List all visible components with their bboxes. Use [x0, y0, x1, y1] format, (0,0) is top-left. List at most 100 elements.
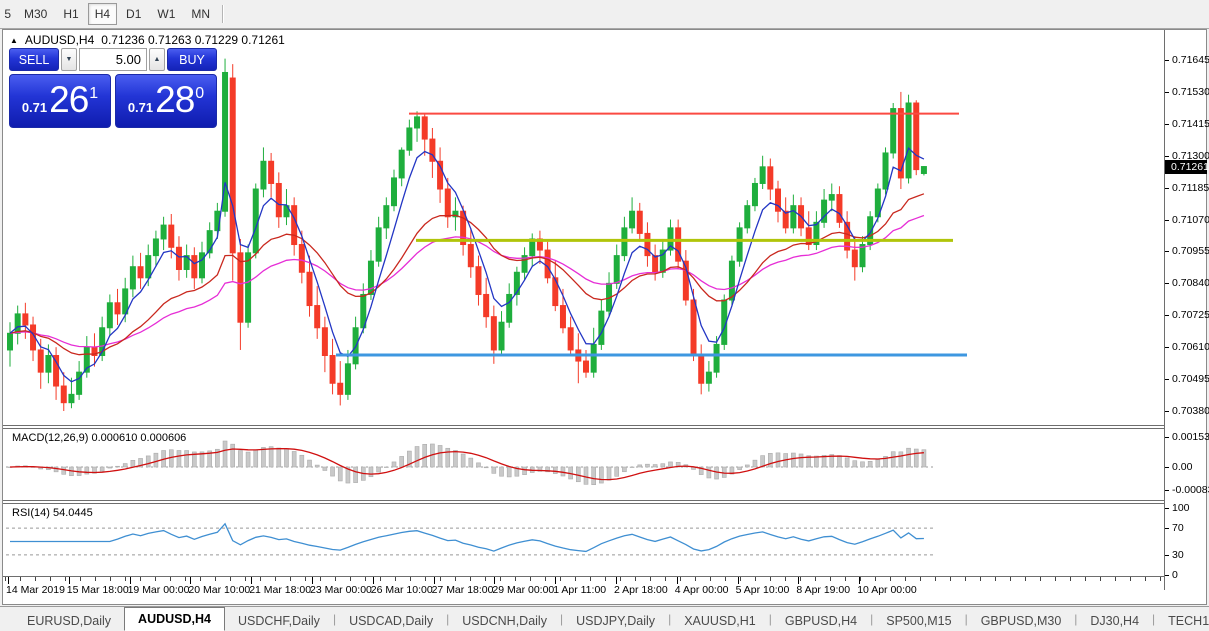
time-axis-label: 10 Apr 00:00 [857, 584, 917, 596]
sell-price-pip-digit: 1 [89, 77, 98, 103]
axis-tick-mark [1165, 508, 1169, 509]
axis-tick-mark [1165, 347, 1169, 348]
current-bid-price-tag: 0.71261 [1165, 160, 1207, 174]
price-axis-label: 0.70955 [1172, 245, 1209, 257]
time-axis-label: 1 Apr 11:00 [553, 584, 606, 596]
axis-tick-mark [1165, 92, 1169, 93]
time-axis-label: 15 Mar 18:00 [67, 584, 129, 596]
timeframe-button-D1[interactable]: D1 [119, 3, 148, 25]
axis-tick-mark [1165, 156, 1169, 157]
time-axis-major-tick [130, 577, 131, 584]
sell-button[interactable]: SELL [9, 48, 59, 71]
time-axis-label: 27 Mar 18:00 [432, 584, 494, 596]
time-axis-label: 26 Mar 10:00 [371, 584, 433, 596]
pane-splitter[interactable] [3, 500, 1206, 504]
chart-symbol-label: AUDUSD,H4 [25, 33, 94, 47]
rsi-indicator-label: RSI(14) 54.0445 [12, 507, 93, 519]
time-axis-major-tick [677, 577, 678, 584]
one-click-panel-toggle-icon[interactable]: ▲ [10, 36, 18, 45]
price-axis-label: 0.70840 [1172, 277, 1209, 289]
axis-tick-mark [1165, 251, 1169, 252]
rsi-pane[interactable] [4, 504, 1164, 576]
time-axis-major-tick [190, 577, 191, 584]
macd-histogram-layer [8, 441, 926, 485]
chart-tab-USDJPY-Daily[interactable]: USDJPY,Daily [563, 610, 668, 631]
axis-tick-mark [1165, 490, 1169, 491]
chart-tab-XAUUSD-H1[interactable]: XAUUSD,H1 [671, 610, 769, 631]
rsi-axis-label: 100 [1172, 502, 1190, 514]
buy-price-big-digits: 28 [155, 77, 194, 123]
time-axis-major-tick [859, 577, 860, 584]
pane-splitter[interactable] [3, 425, 1206, 429]
chart-tab-GBPUSD-M30[interactable]: GBPUSD,M30 [968, 610, 1075, 631]
toolbar-separator [222, 5, 223, 23]
price-axis[interactable]: 0.716450.715300.714150.713000.711850.710… [1164, 30, 1206, 590]
time-axis-label: 19 Mar 00:00 [128, 584, 190, 596]
time-axis-label: 14 Mar 2019 [6, 584, 65, 596]
axis-tick-mark [1165, 528, 1169, 529]
sell-price-big-digits: 26 [49, 77, 88, 123]
buy-button[interactable]: BUY [167, 48, 217, 71]
timeframe-toolbar: 5M30H1H4D1W1MN [0, 0, 1209, 29]
macd-axis-label: -0.00083 [1172, 484, 1209, 496]
timeframe-button-MN[interactable]: MN [184, 3, 217, 25]
axis-tick-mark [1165, 379, 1169, 380]
time-axis-label: 2 Apr 18:00 [614, 584, 668, 596]
chart-tab-TECH100-H1[interactable]: TECH100,H1 [1155, 610, 1209, 631]
time-axis-major-tick [434, 577, 435, 584]
chevron-down-icon: ▼ [66, 56, 73, 63]
macd-axis-label: 0.00 [1172, 461, 1192, 473]
timeframe-button-5[interactable]: 5 [1, 3, 15, 25]
time-axis[interactable]: 14 Mar 201915 Mar 18:0019 Mar 00:0020 Ma… [3, 576, 1206, 604]
price-axis-label: 0.71185 [1172, 182, 1209, 194]
mt4-window: 5M30H1H4D1W1MN ▲ AUDUSD,H4 0.71236 0.712… [0, 0, 1209, 631]
chart-tab-USDCHF-Daily[interactable]: USDCHF,Daily [225, 610, 333, 631]
rsi-axis-label: 30 [1172, 549, 1184, 561]
chart-tab-SP500-M15[interactable]: SP500,M15 [873, 610, 964, 631]
sell-price-button[interactable]: 0.71 26 1 [9, 74, 111, 128]
chart-tab-GBPUSD-H4[interactable]: GBPUSD,H4 [772, 610, 870, 631]
time-axis-major-tick [312, 577, 313, 584]
axis-tick-mark [1165, 124, 1169, 125]
chart-title-ohlc: ▲ AUDUSD,H4 0.71236 0.71263 0.71229 0.71… [10, 33, 285, 47]
chart-tab-EURUSD-Daily[interactable]: EURUSD,Daily [14, 610, 124, 631]
chart-window: ▲ AUDUSD,H4 0.71236 0.71263 0.71229 0.71… [2, 29, 1207, 605]
time-axis-label: 23 Mar 00:00 [310, 584, 372, 596]
price-axis-label: 0.71645 [1172, 54, 1209, 66]
timeframe-button-M30[interactable]: M30 [17, 3, 54, 25]
volume-decrease-button[interactable]: ▼ [61, 48, 77, 71]
timeframe-button-H4[interactable]: H4 [88, 3, 117, 25]
rsi-axis-label: 70 [1172, 522, 1184, 534]
price-axis-label: 0.71070 [1172, 214, 1209, 226]
buy-price-prefix: 0.71 [128, 100, 153, 115]
volume-input[interactable] [79, 48, 147, 71]
axis-tick-mark [1165, 411, 1169, 412]
axis-tick-mark [1165, 220, 1169, 221]
axis-tick-mark [1165, 555, 1169, 556]
sell-price-prefix: 0.71 [22, 100, 47, 115]
macd-indicator-label: MACD(12,26,9) 0.000610 0.000606 [12, 432, 186, 444]
timeframe-button-H1[interactable]: H1 [56, 3, 85, 25]
price-axis-label: 0.71530 [1172, 86, 1209, 98]
chart-tab-USDCAD-Daily[interactable]: USDCAD,Daily [336, 610, 446, 631]
time-axis-major-tick [555, 577, 556, 584]
time-axis-label: 5 Apr 10:00 [736, 584, 790, 596]
price-axis-label: 0.71415 [1172, 118, 1209, 130]
time-axis-major-tick [494, 577, 495, 584]
price-axis-label: 0.70380 [1172, 405, 1209, 417]
volume-increase-button[interactable]: ▲ [149, 48, 165, 71]
time-axis-label: 4 Apr 00:00 [675, 584, 729, 596]
chevron-up-icon: ▲ [154, 56, 161, 63]
chart-tab-USDCNH-Daily[interactable]: USDCNH,Daily [449, 610, 560, 631]
time-axis-label: 21 Mar 18:00 [249, 584, 311, 596]
time-axis-label: 8 Apr 19:00 [796, 584, 850, 596]
chart-tab-AUDUSD-H4[interactable]: AUDUSD,H4 [124, 607, 225, 631]
timeframe-button-W1[interactable]: W1 [150, 3, 182, 25]
axis-tick-mark [1165, 467, 1169, 468]
price-axis-label: 0.70610 [1172, 341, 1209, 353]
chart-tab-bar: EURUSD,DailyAUDUSD,H4USDCHF,Daily|USDCAD… [0, 606, 1209, 631]
buy-price-button[interactable]: 0.71 28 0 [115, 74, 217, 128]
time-axis-label: 29 Mar 00:00 [492, 584, 554, 596]
chart-tab-DJ30-H4[interactable]: DJ30,H4 [1077, 610, 1152, 631]
one-click-trade-panel: SELL ▼ ▲ BUY 0.71 26 1 0.71 28 0 [9, 48, 217, 128]
